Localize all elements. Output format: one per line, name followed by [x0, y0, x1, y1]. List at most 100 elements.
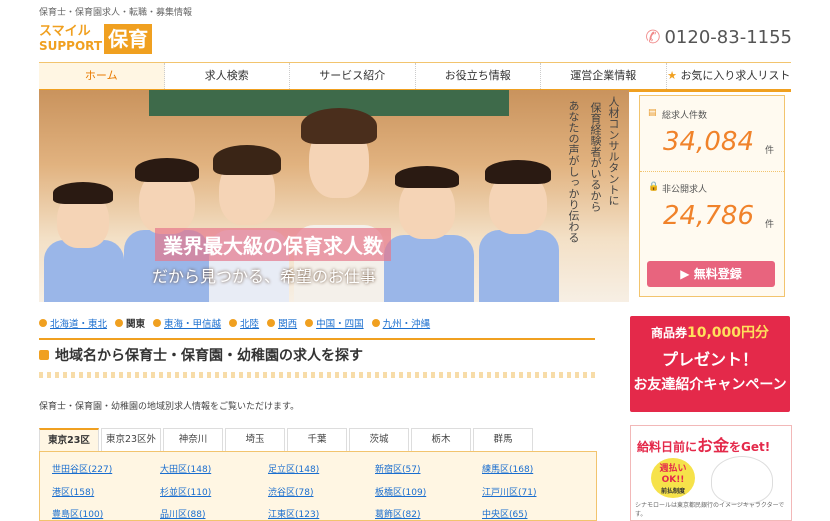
- document-icon: ▤: [648, 108, 657, 118]
- ad1-bottom: お友達紹介キャンペーン: [633, 377, 787, 393]
- arrow-icon: [267, 319, 276, 327]
- section-divider: [39, 338, 595, 340]
- nav-job-search[interactable]: 求人検索: [165, 63, 290, 89]
- region-label: 関東: [126, 319, 146, 330]
- arrow-icon: [153, 319, 162, 327]
- badge-line1: 週払い: [659, 464, 687, 474]
- tab-tochigi[interactable]: 栃木: [411, 428, 471, 451]
- logo-line2: SUPPORT: [39, 39, 103, 53]
- adult-hair-1: [213, 145, 281, 175]
- region-kanto[interactable]: 関東: [115, 316, 145, 330]
- ward-link[interactable]: 豊島区(100): [52, 507, 103, 520]
- section-title-text: 地域名から保育士・保育園・幼稚園の求人を探す: [55, 348, 363, 364]
- nav-useful-info[interactable]: お役立ち情報: [416, 63, 541, 89]
- ad2-headline: 給料日前にお金をGet!: [637, 432, 791, 456]
- arrow-icon: [229, 319, 238, 327]
- region-label: 中国・四国: [316, 319, 364, 330]
- tab-gunma[interactable]: 群馬: [473, 428, 533, 451]
- ad1-top-pre: 商品券: [650, 326, 687, 340]
- nav-services[interactable]: サービス紹介: [290, 63, 416, 89]
- nav-home[interactable]: ホーム: [39, 63, 165, 89]
- kid-body-1: [44, 240, 124, 302]
- nav-company[interactable]: 運営企業情報: [541, 63, 667, 89]
- ward-link[interactable]: 品川区(88): [160, 507, 205, 520]
- logo-box: 保育: [104, 24, 153, 54]
- region-label: 九州・沖縄: [382, 319, 431, 330]
- ward-link[interactable]: 渋谷区(78): [268, 485, 313, 498]
- total-jobs-label: 総求人件数: [662, 111, 708, 121]
- ward-link[interactable]: 足立区(148): [268, 462, 319, 475]
- ward-link[interactable]: 港区(158): [52, 485, 94, 498]
- region-kyushu[interactable]: 九州・沖縄: [371, 316, 431, 330]
- tab-chiba[interactable]: 千葉: [287, 428, 347, 451]
- ward-link[interactable]: 江戸川区(71): [482, 485, 536, 498]
- kid-hair-3: [395, 166, 459, 188]
- hero-vertical-3: あなたの声がしっかり伝わる: [567, 100, 580, 243]
- tab-saitama[interactable]: 埼玉: [225, 428, 285, 451]
- badge-line2: OK!!: [661, 475, 685, 485]
- ad2-post: をGet!: [729, 440, 771, 454]
- region-links: 北海道・東北 関東 東海・甲信越 北陸 関西 中国・四国 九州・沖縄: [39, 316, 430, 330]
- phone-text: 0120-83-1155: [664, 27, 792, 48]
- site-logo[interactable]: スマイル SUPPORT 保育: [39, 22, 153, 56]
- region-hokkaido[interactable]: 北海道・東北: [39, 316, 107, 330]
- total-jobs-count: 34,084: [663, 127, 754, 157]
- prefecture-tabs: 東京23区 東京23区外 神奈川 埼玉 千葉 茨城 栃木 群馬: [39, 428, 535, 452]
- region-label: 関西: [278, 319, 298, 330]
- private-jobs-label: 非公開求人: [662, 185, 708, 195]
- arrow-icon: [371, 319, 380, 327]
- region-tokai[interactable]: 東海・甲信越: [153, 316, 221, 330]
- ad1-top-num: 10,000円分: [686, 325, 770, 341]
- badge-line3: 前払制度: [660, 488, 685, 495]
- total-jobs-unit: 件: [764, 146, 774, 156]
- free-register-label: 無料登録: [693, 267, 742, 281]
- adult-hair-2: [301, 108, 377, 144]
- lock-icon: 🔒: [648, 182, 660, 192]
- main-nav: ホーム 求人検索 サービス紹介 お役立ち情報 運営企業情報 ★ お気に入り求人リ…: [39, 62, 791, 92]
- logo-line1: スマイル: [39, 24, 91, 39]
- site-tagline: 保育士・保育園求人・転職・募集情報: [39, 8, 193, 18]
- phone-number[interactable]: ✆ 0120-83-1155: [645, 27, 792, 48]
- hero-subtitle: だから見つかる、希望のお仕事: [152, 267, 377, 286]
- star-icon: ★: [667, 69, 677, 82]
- ward-link[interactable]: 大田区(148): [160, 462, 211, 475]
- arrow-icon: [115, 319, 124, 327]
- ward-link[interactable]: 練馬区(168): [482, 462, 533, 475]
- free-register-button[interactable]: ▶ 無料登録: [647, 261, 775, 287]
- tab-ibaraki[interactable]: 茨城: [349, 428, 409, 451]
- ward-link[interactable]: 中央区(65): [482, 507, 527, 520]
- ward-link[interactable]: 杉並区(110): [160, 485, 211, 498]
- tab-tokyo-outside[interactable]: 東京23区外: [101, 428, 161, 451]
- hero-vertical-1: 人材コンサルタントに: [607, 96, 620, 206]
- nav-favorites[interactable]: ★ お気に入り求人リスト: [667, 63, 792, 89]
- ward-list-panel: 世田谷区(227) 大田区(148) 足立区(148) 新宿区(57) 練馬区(…: [39, 451, 597, 521]
- ward-link[interactable]: 板橋区(109): [375, 485, 426, 498]
- kid-body-4: [479, 230, 559, 302]
- tab-kanagawa[interactable]: 神奈川: [163, 428, 223, 451]
- region-label: 北陸: [240, 319, 260, 330]
- region-hokuriku[interactable]: 北陸: [229, 316, 259, 330]
- mascot-character-icon: [711, 456, 773, 504]
- kid-hair-4: [485, 160, 551, 184]
- region-chugoku[interactable]: 中国・四国: [305, 316, 364, 330]
- region-label: 東海・甲信越: [164, 319, 222, 330]
- private-jobs-unit: 件: [764, 220, 774, 230]
- region-kansai[interactable]: 関西: [267, 316, 297, 330]
- kid-hair-2: [135, 158, 199, 182]
- wavy-divider: [39, 372, 595, 378]
- ward-link[interactable]: 葛飾区(82): [375, 507, 420, 520]
- ward-link[interactable]: 新宿区(57): [375, 462, 420, 475]
- hero-title: 業界最大級の保育求人数: [155, 228, 391, 261]
- ad1-mid: プレゼント！: [661, 350, 758, 369]
- region-label: 北海道・東北: [50, 319, 108, 330]
- logo-text: スマイル SUPPORT: [39, 24, 103, 54]
- title-marker-icon: [39, 350, 49, 360]
- ad2-big: お金: [697, 436, 730, 455]
- hero-vertical-2: 保育経験者がいるから: [589, 102, 602, 212]
- weekly-pay-banner[interactable]: 給料日前にお金をGet! 週払い OK!! 前払制度 シナモロールは東京都民銀行…: [630, 425, 792, 521]
- ward-link[interactable]: 世田谷区(227): [52, 462, 112, 475]
- ward-link[interactable]: 江東区(123): [268, 507, 319, 520]
- play-icon: ▶: [680, 267, 690, 281]
- referral-campaign-banner[interactable]: 商品券10,000円分 プレゼント！ お友達紹介キャンペーン: [630, 316, 790, 412]
- tab-tokyo23[interactable]: 東京23区: [39, 428, 99, 452]
